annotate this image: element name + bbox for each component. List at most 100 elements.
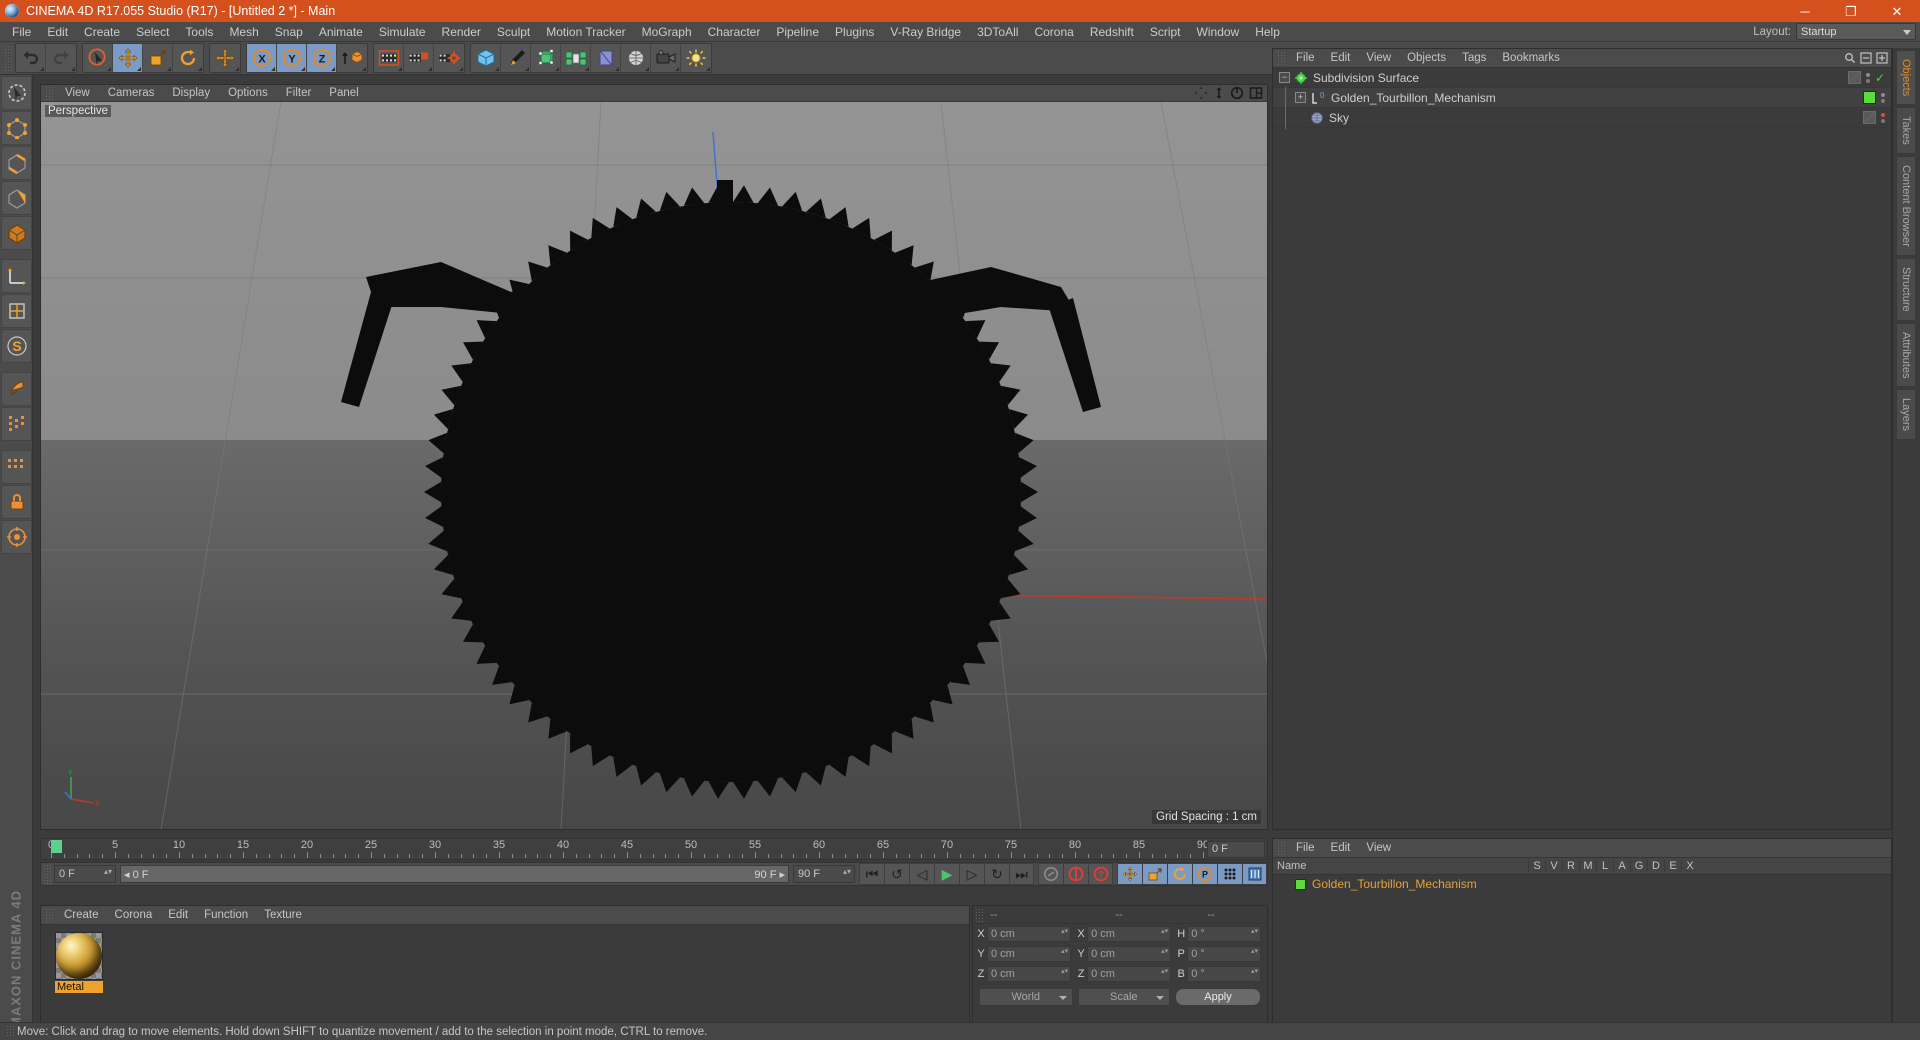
right-tab-layers[interactable]: Layers: [1896, 389, 1916, 441]
edge-mode-button[interactable]: [1, 146, 32, 180]
material-menu-function[interactable]: Function: [196, 906, 256, 925]
viewport-menu-panel[interactable]: Panel: [320, 85, 367, 102]
key-point-level-button[interactable]: [1217, 863, 1242, 885]
minimize-button[interactable]: ─: [1782, 0, 1828, 22]
undo-button[interactable]: [16, 44, 46, 72]
attribute-row[interactable]: Golden_Tourbillon_Mechanism: [1273, 875, 1891, 893]
viewport-menu-filter[interactable]: Filter: [277, 85, 321, 102]
more-options-corner-icon[interactable]: [235, 67, 239, 71]
model-mode-button[interactable]: [1, 216, 32, 250]
environment-floor-button[interactable]: [621, 44, 651, 72]
more-options-corner-icon[interactable]: [428, 67, 432, 71]
record-keyframe-button[interactable]: [1063, 863, 1088, 885]
viewport-solo-button[interactable]: [1, 372, 32, 406]
search-icon[interactable]: [1844, 52, 1856, 64]
deformer-bend-button[interactable]: [591, 44, 621, 72]
play-reverse-button[interactable]: ↺: [884, 863, 909, 885]
render-settings-button[interactable]: [434, 44, 464, 72]
more-options-corner-icon[interactable]: [271, 67, 275, 71]
coord-size-field[interactable]: 0 cm ▴▾: [1087, 926, 1172, 942]
point-mode-button[interactable]: [1, 111, 32, 145]
spinner-arrows-icon[interactable]: ▴▾: [1251, 948, 1258, 955]
viewport-canvas[interactable]: Perspective Grid Spacing : 1 cm Y X: [41, 102, 1267, 829]
attribute-column-l[interactable]: L: [1596, 860, 1613, 872]
menu-item-sculpt[interactable]: Sculpt: [489, 22, 538, 42]
attribute-manager-grip[interactable]: [1277, 840, 1286, 856]
more-options-corner-icon[interactable]: [40, 67, 44, 71]
more-options-corner-icon[interactable]: [362, 67, 366, 71]
more-options-corner-icon[interactable]: [615, 67, 619, 71]
coord-position-field[interactable]: 0 cm ▴▾: [987, 966, 1072, 982]
more-options-corner-icon[interactable]: [675, 67, 679, 71]
more-options-corner-icon[interactable]: [107, 67, 111, 71]
coord-rotation-field[interactable]: 0 ° ▴▾: [1187, 926, 1262, 942]
more-options-corner-icon[interactable]: [137, 67, 141, 71]
select-cursor-button[interactable]: [83, 44, 113, 72]
spinner-arrows-icon[interactable]: ▴▾: [1061, 948, 1068, 955]
menu-item-select[interactable]: Select: [128, 22, 177, 42]
close-button[interactable]: ✕: [1874, 0, 1920, 22]
spinner-arrows-icon[interactable]: ▴▾: [1251, 928, 1258, 935]
menu-item-tools[interactable]: Tools: [177, 22, 221, 42]
autokey-button[interactable]: [1038, 863, 1063, 885]
object-axis-mode-button[interactable]: [1, 259, 32, 293]
object-manager-menu-bookmarks[interactable]: Bookmarks: [1494, 49, 1568, 68]
go-to-end-button[interactable]: ⏭: [1009, 863, 1034, 885]
attribute-column-s[interactable]: S: [1528, 860, 1545, 872]
more-options-corner-icon[interactable]: [167, 67, 171, 71]
visibility-dots-toggle[interactable]: [1881, 92, 1885, 103]
more-options-corner-icon[interactable]: [301, 67, 305, 71]
spline-pen-button[interactable]: [501, 44, 531, 72]
menu-item-plugins[interactable]: Plugins: [827, 22, 882, 42]
more-options-corner-icon[interactable]: [645, 67, 649, 71]
attribute-column-d[interactable]: D: [1647, 860, 1664, 872]
more-options-corner-icon[interactable]: [525, 67, 529, 71]
object-name-label[interactable]: Golden_Tourbillon_Mechanism: [1331, 91, 1496, 105]
world-object-coord-button[interactable]: [337, 44, 367, 72]
material-manager-grip[interactable]: [45, 907, 54, 923]
object-manager-menu-tags[interactable]: Tags: [1454, 49, 1494, 68]
pan-view-icon[interactable]: [1194, 86, 1208, 100]
keyframe-selection-button[interactable]: ?: [1088, 863, 1113, 885]
attribute-menu-view[interactable]: View: [1358, 839, 1399, 858]
viewport-menu-display[interactable]: Display: [163, 85, 219, 102]
coord-position-field[interactable]: 0 cm ▴▾: [987, 926, 1072, 942]
texture-axis-button[interactable]: [1, 294, 32, 328]
material-menu-edit[interactable]: Edit: [160, 906, 196, 925]
transport-current-frame-field[interactable]: 0 F ▴▾: [54, 865, 116, 883]
camera-button[interactable]: [651, 44, 681, 72]
attribute-column-x[interactable]: X: [1681, 860, 1698, 872]
sky-object-icon[interactable]: [1310, 111, 1324, 125]
transport-end-frame-field[interactable]: 90 F ▴▾: [793, 865, 855, 883]
key-parameter-button[interactable]: P: [1192, 863, 1217, 885]
attribute-menu-edit[interactable]: Edit: [1323, 839, 1359, 858]
transport-grip[interactable]: [43, 864, 52, 884]
tree-expander-toggle[interactable]: −: [1279, 72, 1290, 83]
object-manager-grip[interactable]: [1277, 50, 1286, 66]
spinner-arrows-icon[interactable]: ▴▾: [1161, 968, 1168, 975]
move-axis-button[interactable]: [210, 44, 240, 72]
menu-item-3dtoall[interactable]: 3DToAll: [969, 22, 1026, 42]
object-row[interactable]: +0 Golden_Tourbillon_Mechanism: [1273, 88, 1891, 108]
dolly-view-icon[interactable]: [1213, 86, 1225, 100]
layout-dropdown[interactable]: Startup: [1796, 23, 1916, 40]
z-axis-lock-button[interactable]: Z: [307, 44, 337, 72]
material-tag-swatch[interactable]: [1863, 91, 1876, 104]
coord-system-dropdown[interactable]: World: [979, 988, 1073, 1006]
attribute-column-m[interactable]: M: [1579, 860, 1596, 872]
spinner-arrows-icon[interactable]: ▴▾: [1161, 948, 1168, 955]
menu-item-window[interactable]: Window: [1189, 22, 1248, 42]
menu-item-animate[interactable]: Animate: [311, 22, 371, 42]
coord-size-field[interactable]: 0 cm ▴▾: [1087, 946, 1172, 962]
visibility-dots-toggle[interactable]: [1865, 72, 1870, 83]
timeline-scrub-bar[interactable]: ◂ 0 F 90 F ▸: [120, 865, 789, 883]
go-to-start-button[interactable]: ⏮: [859, 863, 884, 885]
attribute-column-g[interactable]: G: [1630, 860, 1647, 872]
visibility-dots-toggle[interactable]: [1881, 112, 1885, 123]
spinner-arrows-icon[interactable]: ▴▾: [1251, 968, 1258, 975]
y-axis-lock-button[interactable]: Y: [277, 44, 307, 72]
menu-item-redshift[interactable]: Redshift: [1082, 22, 1142, 42]
x-axis-lock-button[interactable]: X: [247, 44, 277, 72]
previous-frame-button[interactable]: ◁: [909, 863, 934, 885]
expand-icon[interactable]: [1876, 52, 1888, 64]
